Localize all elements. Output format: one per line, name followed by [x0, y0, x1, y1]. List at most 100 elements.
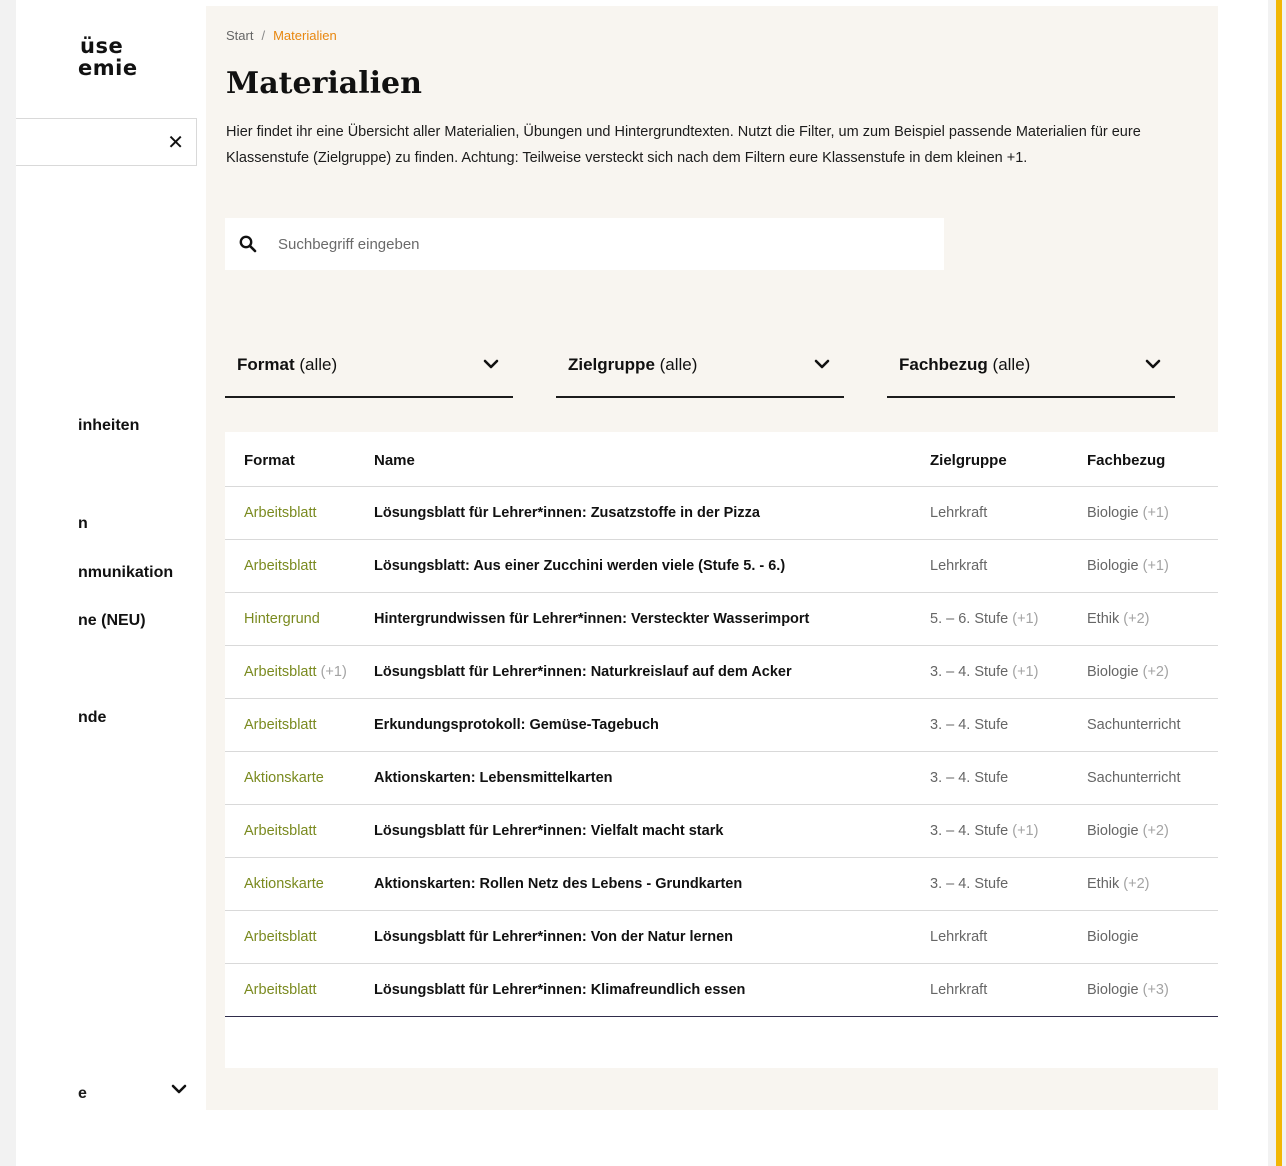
table-row[interactable]: Arbeitsblatt Lösungsblatt für Lehrer*inn… [225, 804, 1218, 858]
cell-name[interactable]: Lösungsblatt für Lehrer*innen: Vielfalt … [374, 804, 930, 858]
cell-fach-text: Sachunterricht [1087, 769, 1181, 786]
filter-zielgruppe-label: Zielgruppe (alle) [568, 355, 697, 375]
cell-format-text: Arbeitsblatt [244, 557, 317, 574]
chevron-down-icon [483, 359, 499, 369]
filter-zielgruppe[interactable]: Zielgruppe (alle) [556, 340, 844, 398]
cell-ziel-plus: (+1) [1012, 663, 1039, 680]
page-title: Materialien [226, 66, 422, 101]
cell-ziel-text: 3. – 4. Stufe [930, 716, 1009, 733]
cell-name[interactable]: Lösungsblatt für Lehrer*innen: Naturkrei… [374, 645, 930, 699]
cell-ziel-text: 3. – 4. Stufe [930, 875, 1009, 892]
cell-name[interactable]: Aktionskarten: Rollen Netz des Lebens - … [374, 857, 930, 911]
filter-fachbezug[interactable]: Fachbezug (alle) [887, 340, 1175, 398]
intro-text: Hier findet ihr eine Übersicht aller Mat… [226, 124, 1141, 166]
cell-fachbezug: Ethik (+2) [1087, 592, 1218, 646]
cell-format: Arbeitsblatt [225, 539, 374, 593]
table-row[interactable]: Aktionskarte Aktionskarten: Rollen Netz … [225, 857, 1218, 911]
cell-zielgruppe: Lehrkraft [930, 963, 1087, 1017]
table-row[interactable]: Arbeitsblatt Lösungsblatt für Lehrer*inn… [225, 910, 1218, 964]
table-row[interactable]: Arbeitsblatt Lösungsblatt für Lehrer*inn… [225, 486, 1218, 540]
filter-format-value: (alle) [299, 355, 338, 374]
cell-ziel-text: 3. – 4. Stufe [930, 769, 1009, 786]
cell-fach-plus: (+3) [1142, 981, 1169, 998]
cell-zielgruppe: Lehrkraft [930, 910, 1087, 964]
cell-fachbezug: Ethik (+2) [1087, 857, 1218, 911]
cell-ziel-plus: (+1) [1012, 610, 1039, 627]
cell-ziel-text: Lehrkraft [930, 557, 988, 574]
close-icon[interactable]: ✕ [167, 130, 184, 154]
cell-zielgruppe: 3. – 4. Stufe [930, 857, 1087, 911]
column-header-format[interactable]: Format [225, 432, 374, 487]
cell-ziel-text: Lehrkraft [930, 504, 988, 521]
cell-fach-text: Biologie [1087, 981, 1139, 998]
filter-format-name: Format [237, 355, 295, 374]
cell-fach-text: Ethik [1087, 610, 1120, 627]
cell-fach-text: Biologie [1087, 928, 1139, 945]
sidebar-item-5[interactable]: nde [78, 709, 106, 727]
cell-zielgruppe: Lehrkraft [930, 486, 1087, 540]
site-logo[interactable]: üse emie [78, 35, 138, 79]
sidebar-item-1[interactable]: inheiten [78, 417, 139, 435]
sidebar-search-field[interactable]: ✕ [16, 118, 197, 166]
table-header-row: Format Name Zielgruppe Fachbezug [225, 432, 1218, 487]
search-input[interactable] [278, 218, 918, 270]
cell-name[interactable]: Erkundungsprotokoll: Gemüse-Tagebuch [374, 698, 930, 752]
cell-ziel-text: 3. – 4. Stufe [930, 663, 1009, 680]
sidebar-item-2[interactable]: n [78, 515, 88, 533]
table-row[interactable]: Aktionskarte Aktionskarten: Lebensmittel… [225, 751, 1218, 805]
cell-format: Arbeitsblatt [225, 963, 374, 1017]
cell-zielgruppe: 3. – 4. Stufe [930, 698, 1087, 752]
logo-line-2: emie [78, 56, 138, 80]
cell-fachbezug: Biologie (+2) [1087, 804, 1218, 858]
cell-format: Aktionskarte [225, 857, 374, 911]
filter-fachbezug-label: Fachbezug (alle) [899, 355, 1030, 375]
cell-fach-plus: (+2) [1123, 610, 1150, 627]
cell-name[interactable]: Lösungsblatt: Aus einer Zucchini werden … [374, 539, 930, 593]
cell-format-text: Arbeitsblatt [244, 981, 317, 998]
sidebar: üse emie ✕ inheiten n nmunikation ne (NE… [16, 0, 206, 1166]
table-row[interactable]: Arbeitsblatt (+1) Lösungsblatt für Lehre… [225, 645, 1218, 699]
cell-ziel-text: 5. – 6. Stufe [930, 610, 1009, 627]
table-row[interactable]: Arbeitsblatt Erkundungsprotokoll: Gemüse… [225, 698, 1218, 752]
sidebar-item-4[interactable]: ne (NEU) [78, 612, 146, 630]
cell-format: Arbeitsblatt [225, 804, 374, 858]
cell-format-text: Aktionskarte [244, 875, 324, 892]
cell-format-text: Aktionskarte [244, 769, 324, 786]
search-box [225, 218, 944, 270]
column-header-zielgruppe[interactable]: Zielgruppe [930, 432, 1087, 487]
column-header-name[interactable]: Name [374, 432, 930, 487]
cell-format-text: Hintergrund [244, 610, 320, 627]
filter-zielgruppe-value: (alle) [659, 355, 698, 374]
cell-format-plus: (+1) [320, 663, 347, 680]
cell-format-text: Arbeitsblatt [244, 822, 317, 839]
cell-fachbezug: Sachunterricht [1087, 698, 1218, 752]
table-row[interactable]: Arbeitsblatt Lösungsblatt: Aus einer Zuc… [225, 539, 1218, 593]
cell-fach-text: Biologie [1087, 663, 1139, 680]
breadcrumb-current: Materialien [273, 28, 337, 43]
table-row[interactable]: Arbeitsblatt Lösungsblatt für Lehrer*inn… [225, 963, 1218, 1017]
chevron-down-icon [1145, 359, 1161, 369]
breadcrumb-separator: / [261, 28, 266, 43]
filter-zielgruppe-name: Zielgruppe [568, 355, 655, 374]
filter-format-label: Format (alle) [237, 355, 337, 375]
cell-zielgruppe: 3. – 4. Stufe (+1) [930, 804, 1087, 858]
cell-name[interactable]: Lösungsblatt für Lehrer*innen: Von der N… [374, 910, 930, 964]
cell-name[interactable]: Aktionskarten: Lebensmittelkarten [374, 751, 930, 805]
filter-format[interactable]: Format (alle) [225, 340, 513, 398]
search-icon [239, 235, 257, 253]
cell-fach-plus: (+1) [1142, 504, 1169, 521]
cell-name[interactable]: Hintergrundwissen für Lehrer*innen: Vers… [374, 592, 930, 646]
cell-fach-text: Sachunterricht [1087, 716, 1181, 733]
table-row[interactable]: Hintergrund Hintergrundwissen für Lehrer… [225, 592, 1218, 646]
main-panel: Start / Materialien Materialien Hier finde… [206, 6, 1218, 1110]
cell-format: Arbeitsblatt [225, 698, 374, 752]
sidebar-item-3[interactable]: nmunikation [78, 564, 173, 582]
cell-name[interactable]: Lösungsblatt für Lehrer*innen: Zusatzsto… [374, 486, 930, 540]
breadcrumb-home[interactable]: Start [226, 28, 253, 43]
breadcrumb: Start / Materialien [226, 28, 337, 43]
chevron-down-icon[interactable] [171, 1083, 187, 1095]
column-header-fachbezug[interactable]: Fachbezug [1087, 432, 1218, 487]
cell-ziel-text: Lehrkraft [930, 981, 988, 998]
cell-fachbezug: Biologie (+1) [1087, 539, 1218, 593]
cell-name[interactable]: Lösungsblatt für Lehrer*innen: Klimafreu… [374, 963, 930, 1017]
